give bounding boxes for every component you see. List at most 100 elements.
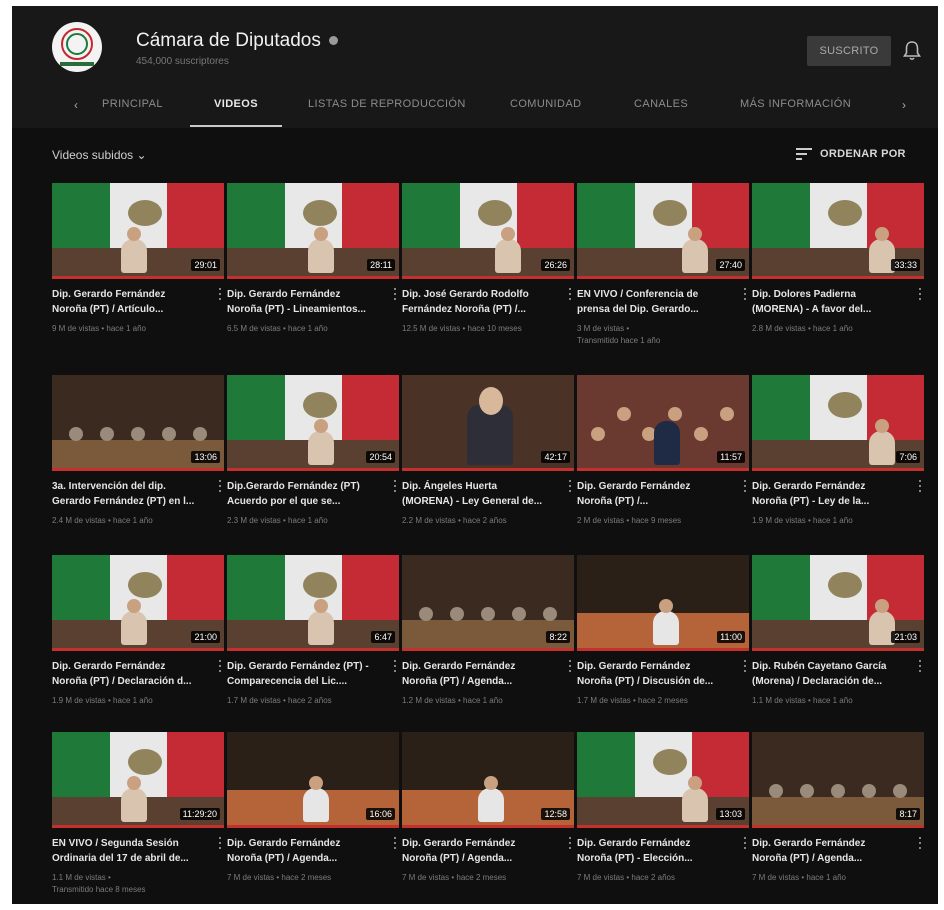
video-card[interactable]: 29:01 Dip. Gerardo Fernández Noroña (PT) /… [52, 183, 224, 361]
more-options-icon[interactable] [918, 659, 922, 673]
video-card[interactable]: 6:47 Dip. Gerardo Fernández (PT) - Compare… [227, 555, 399, 733]
video-card[interactable]: 8:17 Dip. Gerardo Fernández Noroña (PT) / … [752, 732, 924, 904]
tab-videos[interactable]: VIDEOS [214, 98, 258, 110]
video-thumbnail[interactable]: 21:00 [52, 555, 224, 651]
video-title[interactable]: Dip.Gerardo Fernández (PT) Acuerdo por el… [227, 479, 385, 509]
video-card[interactable]: 42:17 Dip. Ángeles Huerta (MORENA) - Ley G… [402, 375, 574, 553]
video-card[interactable]: 12:58 Dip. Gerardo Fernández Noroña (PT) /… [402, 732, 574, 904]
video-title-line-2: Comparecencia del Lic.... [227, 676, 348, 687]
more-options-icon[interactable] [393, 836, 397, 850]
more-options-icon[interactable] [568, 659, 572, 673]
video-card[interactable]: 27:40 EN VIVO / Conferencia de prensa del … [577, 183, 749, 361]
video-metadata: 2.2 M de vistas • hace 2 años [402, 515, 567, 527]
more-options-icon[interactable] [218, 836, 222, 850]
video-thumbnail[interactable]: 11:29:20 [52, 732, 224, 828]
video-thumbnail[interactable]: 20:54 [227, 375, 399, 471]
video-card[interactable]: 11:29:20 EN VIVO / Segunda Sesión Ordinari… [52, 732, 224, 904]
video-title[interactable]: Dip. Dolores Padierna (MORENA) - A favor … [752, 287, 910, 317]
bell-icon[interactable] [902, 40, 922, 62]
video-thumbnail[interactable]: 8:17 [752, 732, 924, 828]
video-title[interactable]: 3a. Intervención del dip. Gerardo Fernánd… [52, 479, 210, 509]
tab-principal[interactable]: PRINCIPAL [102, 98, 163, 110]
more-options-icon[interactable] [918, 287, 922, 301]
video-duration: 12:58 [541, 808, 570, 820]
video-card[interactable]: 11:00 Dip. Gerardo Fernández Noroña (PT) /… [577, 555, 749, 733]
video-card[interactable]: 7:06 Dip. Gerardo Fernández Noroña (PT) - … [752, 375, 924, 553]
video-card[interactable]: 8:22 Dip. Gerardo Fernández Noroña (PT) / … [402, 555, 574, 733]
video-card[interactable]: 28:11 Dip. Gerardo Fernández Noroña (PT) -… [227, 183, 399, 361]
video-title[interactable]: Dip. Gerardo Fernández Noroña (PT) / Agen… [752, 836, 910, 866]
more-options-icon[interactable] [568, 479, 572, 493]
video-thumbnail[interactable]: 21:03 [752, 555, 924, 651]
more-options-icon[interactable] [918, 479, 922, 493]
video-title[interactable]: Dip. Gerardo Fernández Noroña (PT) / Agen… [402, 659, 560, 689]
tabs-scroll-left-icon[interactable]: ‹ [74, 98, 78, 112]
more-options-icon[interactable] [218, 479, 222, 493]
tab-playlists[interactable]: LISTAS DE REPRODUCCIÓN [308, 98, 466, 110]
video-title[interactable]: Dip. Gerardo Fernández Noroña (PT) / Disc… [577, 659, 735, 689]
video-title[interactable]: Dip. Gerardo Fernández Noroña (PT) - Elec… [577, 836, 735, 866]
video-card[interactable]: 16:06 Dip. Gerardo Fernández Noroña (PT) /… [227, 732, 399, 904]
more-options-icon[interactable] [568, 836, 572, 850]
video-card[interactable]: 13:06 3a. Intervención del dip. Gerardo Fe… [52, 375, 224, 553]
video-thumbnail[interactable]: 11:00 [577, 555, 749, 651]
video-card[interactable]: 21:03 Dip. Rubén Cayetano García (Morena) … [752, 555, 924, 733]
video-thumbnail[interactable]: 42:17 [402, 375, 574, 471]
video-title-line-1: Dip. Gerardo Fernández [402, 661, 516, 672]
more-options-icon[interactable] [393, 287, 397, 301]
video-card[interactable]: 20:54 Dip.Gerardo Fernández (PT) Acuerdo p… [227, 375, 399, 553]
more-options-icon[interactable] [218, 287, 222, 301]
video-thumbnail[interactable]: 27:40 [577, 183, 749, 279]
video-thumbnail[interactable]: 11:57 [577, 375, 749, 471]
video-thumbnail[interactable]: 8:22 [402, 555, 574, 651]
more-options-icon[interactable] [218, 659, 222, 673]
more-options-icon[interactable] [743, 479, 747, 493]
sort-button[interactable]: ORDENAR POR [796, 148, 906, 160]
uploads-filter-dropdown[interactable]: Videos subidos ⌄ [52, 148, 147, 162]
video-title[interactable]: EN VIVO / Conferencia de prensa del Dip. … [577, 287, 735, 317]
video-thumbnail[interactable]: 16:06 [227, 732, 399, 828]
video-card[interactable]: 33:33 Dip. Dolores Padierna (MORENA) - A f… [752, 183, 924, 361]
tab-about[interactable]: MÁS INFORMACIÓN [740, 98, 851, 110]
video-title[interactable]: Dip. Gerardo Fernández Noroña (PT) - Line… [227, 287, 385, 317]
video-thumbnail[interactable]: 26:26 [402, 183, 574, 279]
video-card[interactable]: 21:00 Dip. Gerardo Fernández Noroña (PT) /… [52, 555, 224, 733]
video-thumbnail[interactable]: 29:01 [52, 183, 224, 279]
more-options-icon[interactable] [393, 659, 397, 673]
tab-community[interactable]: COMUNIDAD [510, 98, 581, 110]
video-title[interactable]: Dip. Gerardo Fernández Noroña (PT) / Artí… [52, 287, 210, 317]
video-title[interactable]: Dip. Gerardo Fernández Noroña (PT) /... [577, 479, 735, 509]
tab-channels[interactable]: CANALES [634, 98, 688, 110]
more-options-icon[interactable] [393, 479, 397, 493]
video-title[interactable]: Dip. Gerardo Fernández (PT) - Comparecenc… [227, 659, 385, 689]
video-card[interactable]: 13:03 Dip. Gerardo Fernández Noroña (PT) -… [577, 732, 749, 904]
video-title-line-1: Dip. Gerardo Fernández (PT) - [227, 661, 369, 672]
more-options-icon[interactable] [743, 659, 747, 673]
more-options-icon[interactable] [918, 836, 922, 850]
video-title[interactable]: Dip. Gerardo Fernández Noroña (PT) / Decl… [52, 659, 210, 689]
more-options-icon[interactable] [743, 287, 747, 301]
watch-progress-bar [577, 648, 749, 651]
video-thumbnail[interactable]: 7:06 [752, 375, 924, 471]
more-options-icon[interactable] [743, 836, 747, 850]
video-title[interactable]: Dip. Rubén Cayetano García (Morena) / Dec… [752, 659, 910, 689]
video-thumbnail[interactable]: 6:47 [227, 555, 399, 651]
video-title[interactable]: EN VIVO / Segunda Sesión Ordinaria del 17… [52, 836, 210, 866]
video-title[interactable]: Dip. Gerardo Fernández Noroña (PT) / Agen… [227, 836, 385, 866]
video-title[interactable]: Dip. Gerardo Fernández Noroña (PT) / Agen… [402, 836, 560, 866]
video-card[interactable]: 26:26 Dip. José Gerardo Rodolfo Fernández … [402, 183, 574, 361]
video-title[interactable]: Dip. Gerardo Fernández Noroña (PT) - Ley … [752, 479, 910, 509]
video-views-age: 1.1 M de vistas • hace 1 año [752, 696, 853, 705]
video-title[interactable]: Dip. Ángeles Huerta (MORENA) - Ley Genera… [402, 479, 560, 509]
tabs-scroll-right-icon[interactable]: › [902, 98, 906, 112]
video-thumbnail[interactable]: 13:03 [577, 732, 749, 828]
channel-avatar[interactable] [52, 22, 102, 72]
video-title[interactable]: Dip. José Gerardo Rodolfo Fernández Noroñ… [402, 287, 560, 317]
video-thumbnail[interactable]: 33:33 [752, 183, 924, 279]
more-options-icon[interactable] [568, 287, 572, 301]
video-thumbnail[interactable]: 12:58 [402, 732, 574, 828]
video-thumbnail[interactable]: 28:11 [227, 183, 399, 279]
video-thumbnail[interactable]: 13:06 [52, 375, 224, 471]
video-card[interactable]: 11:57 Dip. Gerardo Fernández Noroña (PT) /… [577, 375, 749, 553]
subscribe-button[interactable]: SUSCRITO [807, 36, 891, 66]
